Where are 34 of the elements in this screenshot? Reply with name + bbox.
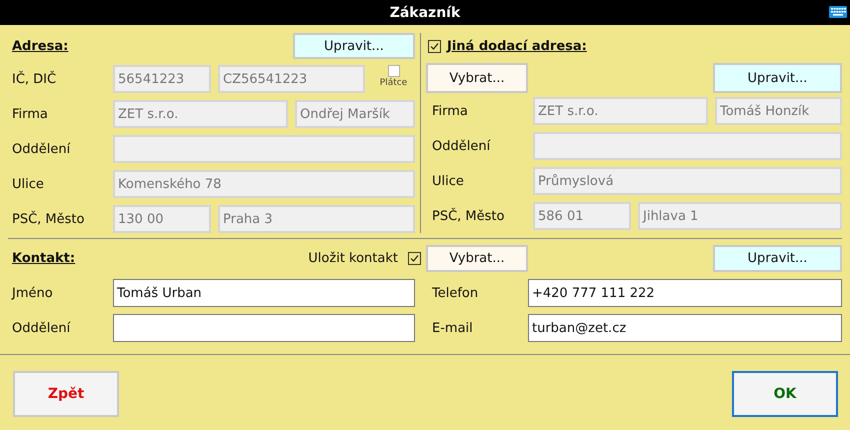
checkbox[interactable] <box>428 40 441 52</box>
checkbox-label: Uložit kontakt <box>308 251 398 266</box>
input-field[interactable]: Tomáš Urban <box>113 279 415 307</box>
checkbox-label: Plátce <box>380 78 408 88</box>
field-label: Telefon <box>431 286 480 300</box>
back-button[interactable]: Zpět <box>13 371 119 417</box>
field-label: Oddělení <box>11 320 72 336</box>
section-heading: Kontakt: <box>11 251 76 266</box>
field-label: Ulice <box>431 174 465 188</box>
button[interactable]: Upravit... <box>713 63 842 93</box>
button[interactable]: Vybrat... <box>426 63 528 93</box>
field-label: E-mail <box>431 320 474 336</box>
field-label: Oddělení <box>11 142 72 156</box>
checkbox[interactable] <box>408 252 421 265</box>
field-label: Jméno <box>10 286 54 300</box>
field-label: Oddělení <box>431 138 492 154</box>
input-field[interactable]: turban@zet.cz <box>528 314 842 342</box>
field-label: IČ, DIČ <box>11 72 58 86</box>
button[interactable]: Upravit... <box>713 245 842 272</box>
field-label: PSČ, Město <box>11 212 86 226</box>
button[interactable]: Vybrat... <box>426 245 528 272</box>
section-heading: Adresa: <box>11 38 68 54</box>
field-label: PSČ, Město <box>431 208 506 224</box>
keyboard-icon[interactable] <box>829 6 847 18</box>
checkbox[interactable] <box>388 65 400 77</box>
window-title: Zákazník <box>390 4 460 20</box>
input-field[interactable] <box>113 314 415 342</box>
ok-button[interactable]: OK <box>732 371 838 417</box>
field-label: Ulice <box>11 176 45 192</box>
field-label: Firma <box>431 104 469 118</box>
button[interactable]: Upravit... <box>293 33 415 59</box>
field-label: Firma <box>11 106 49 122</box>
section-heading: Jiná dodací adresa: <box>447 38 587 54</box>
input-field[interactable]: +420 777 111 222 <box>528 279 842 307</box>
